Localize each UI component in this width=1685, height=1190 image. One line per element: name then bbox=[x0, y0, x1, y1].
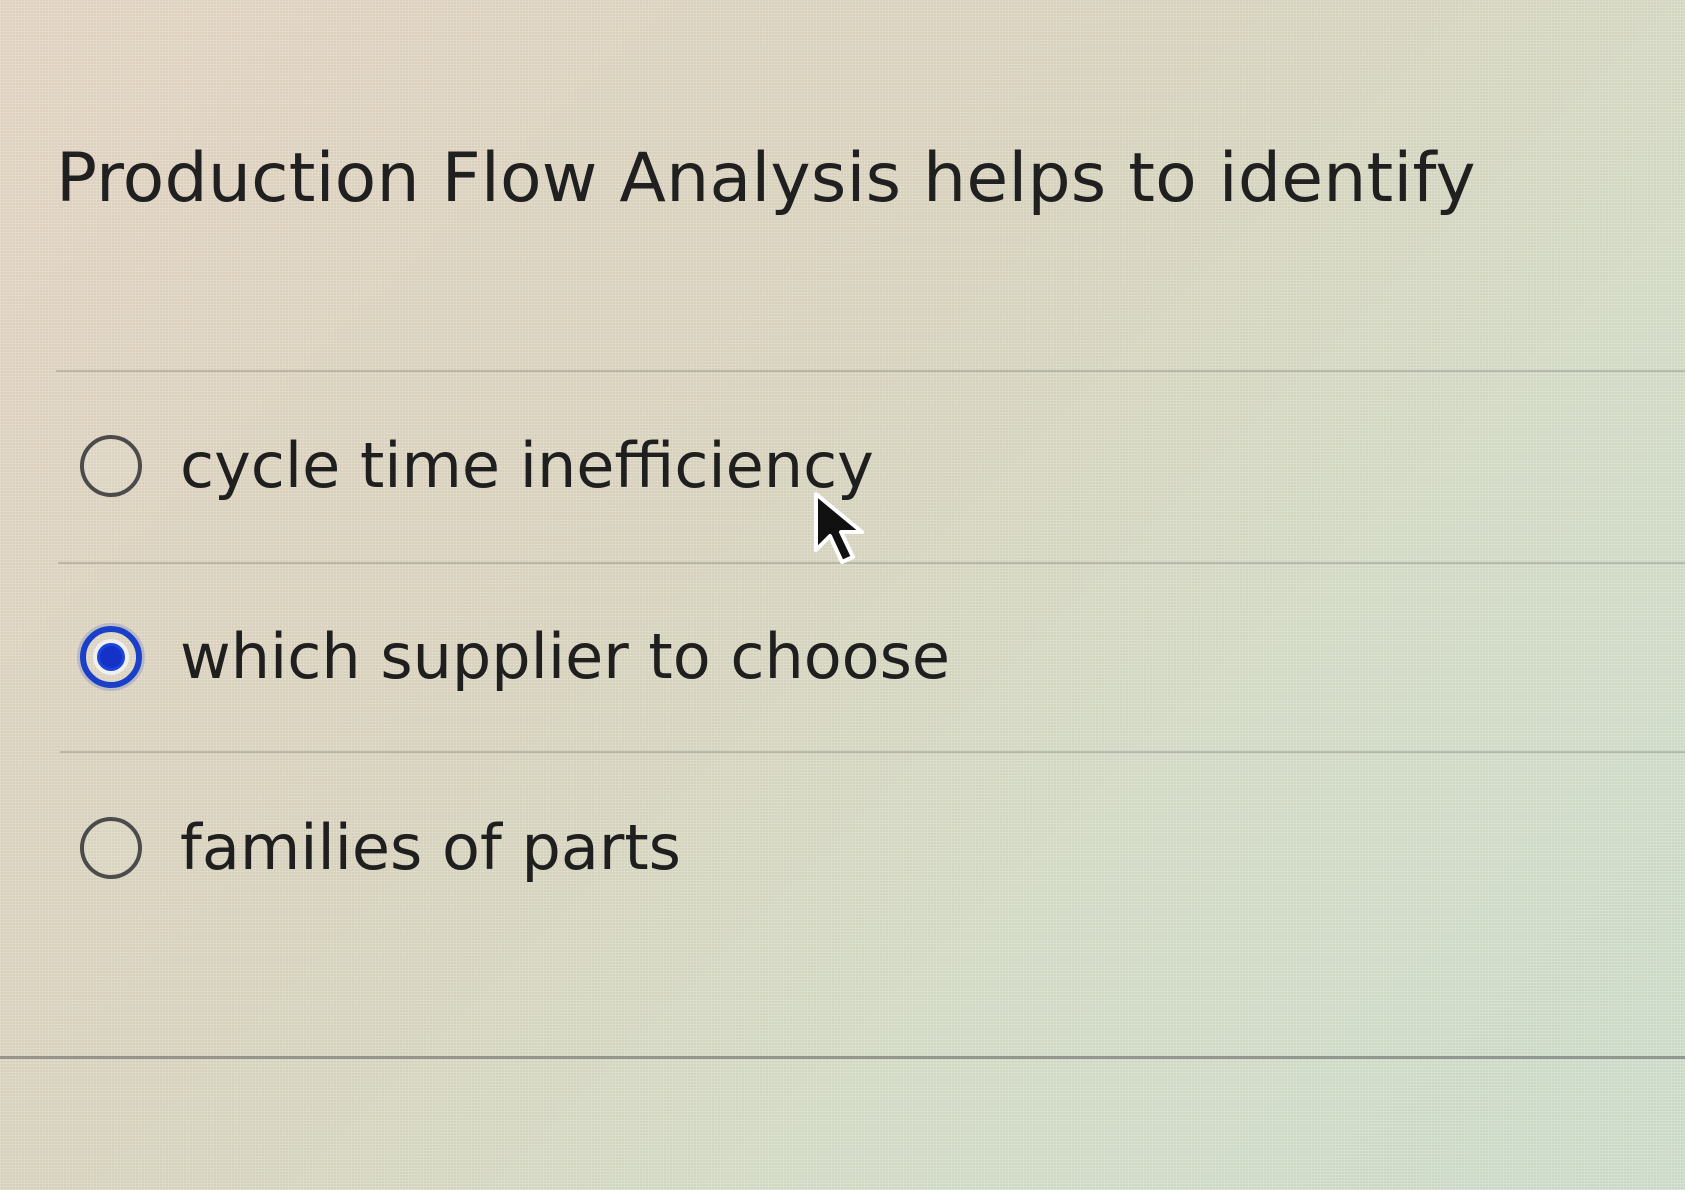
radio-unselected-icon[interactable] bbox=[80, 817, 142, 879]
radio-selected-icon[interactable] bbox=[80, 626, 142, 688]
radio-unselected-icon[interactable] bbox=[80, 435, 142, 497]
option-label: which supplier to choose bbox=[180, 620, 951, 693]
option-families-of-parts[interactable]: families of parts bbox=[80, 802, 1580, 894]
divider-bottom bbox=[0, 1056, 1685, 1059]
option-label: cycle time inefficiency bbox=[180, 429, 874, 502]
divider-option-2 bbox=[60, 751, 1685, 753]
divider-top bbox=[56, 370, 1685, 372]
option-label: families of parts bbox=[180, 811, 681, 884]
option-which-supplier-to-choose[interactable]: which supplier to choose bbox=[80, 611, 1580, 703]
mouse-pointer-icon bbox=[814, 492, 864, 564]
question-card: Production Flow Analysis helps to identi… bbox=[0, 0, 1685, 1190]
question-text: Production Flow Analysis helps to identi… bbox=[56, 139, 1476, 218]
